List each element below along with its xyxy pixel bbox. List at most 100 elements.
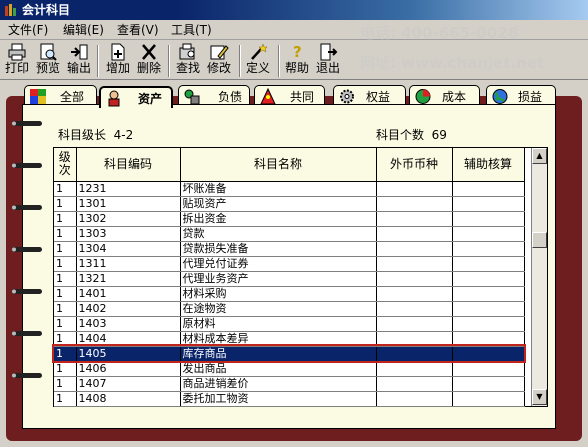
cell-currency[interactable] <box>376 256 453 272</box>
cell-name[interactable]: 库存商品 <box>180 346 377 362</box>
col-header-auxiliary[interactable]: 辅助核算 <box>452 148 525 182</box>
scroll-down-button[interactable]: ▼ <box>532 389 547 405</box>
cell-level[interactable]: 1 <box>54 181 77 197</box>
cell-code[interactable]: 1406 <box>76 361 181 377</box>
cell-auxiliary[interactable] <box>452 241 525 257</box>
cell-code[interactable]: 1404 <box>76 331 181 347</box>
cell-currency[interactable] <box>376 286 453 302</box>
cell-currency[interactable] <box>376 331 453 347</box>
cell-code[interactable]: 1311 <box>76 256 181 272</box>
cell-auxiliary[interactable] <box>452 316 525 332</box>
table-row[interactable]: 1 1402 在途物资 <box>54 301 525 317</box>
cell-auxiliary[interactable] <box>452 286 525 302</box>
edit-button[interactable]: 修改 <box>205 43 233 79</box>
cell-code[interactable]: 1303 <box>76 226 181 242</box>
cell-name[interactable]: 代理业务资产 <box>180 271 377 287</box>
table-row[interactable]: 1 1401 材料采购 <box>54 286 525 302</box>
table-row[interactable]: 1 1311 代理兑付证券 <box>54 256 525 272</box>
col-header-code[interactable]: 科目编码 <box>76 148 181 182</box>
help-button[interactable]: ? 帮助 <box>283 43 311 79</box>
table-row[interactable]: 1 1302 拆出资金 <box>54 211 525 227</box>
cell-level[interactable]: 1 <box>54 226 77 242</box>
cell-level[interactable]: 1 <box>54 271 77 287</box>
cell-auxiliary[interactable] <box>452 331 525 347</box>
cell-currency[interactable] <box>376 376 453 392</box>
cell-level[interactable]: 1 <box>54 391 77 407</box>
cell-auxiliary[interactable] <box>452 376 525 392</box>
cell-level[interactable]: 1 <box>54 301 77 317</box>
table-row[interactable]: 1 1303 贷款 <box>54 226 525 242</box>
cell-currency[interactable] <box>376 241 453 257</box>
cell-name[interactable]: 坏账准备 <box>180 181 377 197</box>
cell-level[interactable]: 1 <box>54 256 77 272</box>
cell-code[interactable]: 1231 <box>76 181 181 197</box>
menu-view[interactable]: 查看(V) <box>115 22 161 38</box>
col-header-currency[interactable]: 外币币种 <box>376 148 453 182</box>
cell-auxiliary[interactable] <box>452 301 525 317</box>
cell-name[interactable]: 贴现资产 <box>180 196 377 212</box>
cell-code[interactable]: 1405 <box>76 346 181 362</box>
cell-name[interactable]: 材料采购 <box>180 286 377 302</box>
table-row[interactable]: 1 1405 库存商品 <box>52 344 526 363</box>
cell-name[interactable]: 拆出资金 <box>180 211 377 227</box>
cell-auxiliary[interactable] <box>452 211 525 227</box>
exit-button[interactable]: 退出 <box>314 43 342 79</box>
tab-assets[interactable]: 资产 <box>99 86 173 108</box>
title-bar[interactable]: 会计科目 <box>0 0 588 20</box>
cell-level[interactable]: 1 <box>54 346 77 362</box>
cell-name[interactable]: 贷款损失准备 <box>180 241 377 257</box>
cell-currency[interactable] <box>376 226 453 242</box>
menu-edit[interactable]: 编辑(E) <box>61 22 106 38</box>
add-button[interactable]: 增加 <box>104 43 132 79</box>
menu-tools[interactable]: 工具(T) <box>169 22 214 38</box>
cell-auxiliary[interactable] <box>452 391 525 407</box>
cell-currency[interactable] <box>376 181 453 197</box>
scroll-thumb[interactable] <box>532 232 547 248</box>
cell-level[interactable]: 1 <box>54 361 77 377</box>
cell-code[interactable]: 1401 <box>76 286 181 302</box>
cell-code[interactable]: 1403 <box>76 316 181 332</box>
col-header-name[interactable]: 科目名称 <box>180 148 377 182</box>
table-row[interactable]: 1 1321 代理业务资产 <box>54 271 525 287</box>
cell-name[interactable]: 代理兑付证券 <box>180 256 377 272</box>
cell-currency[interactable] <box>376 346 453 362</box>
cell-currency[interactable] <box>376 316 453 332</box>
table-row[interactable]: 1 1304 贷款损失准备 <box>54 241 525 257</box>
cell-name[interactable]: 委托加工物资 <box>180 391 377 407</box>
cell-auxiliary[interactable] <box>452 226 525 242</box>
table-row[interactable]: 1 1406 发出商品 <box>54 361 525 377</box>
table-row[interactable]: 1 1407 商品进销差价 <box>54 376 525 392</box>
cell-auxiliary[interactable] <box>452 361 525 377</box>
cell-level[interactable]: 1 <box>54 331 77 347</box>
cell-auxiliary[interactable] <box>452 181 525 197</box>
cell-code[interactable]: 1301 <box>76 196 181 212</box>
cell-auxiliary[interactable] <box>452 346 525 362</box>
table-row[interactable]: 1 1404 材料成本差异 <box>54 331 525 347</box>
table-row[interactable]: 1 1403 原材料 <box>54 316 525 332</box>
vertical-scrollbar[interactable]: ▲ ▼ <box>531 148 547 406</box>
cell-level[interactable]: 1 <box>54 376 77 392</box>
cell-code[interactable]: 1321 <box>76 271 181 287</box>
cell-code[interactable]: 1304 <box>76 241 181 257</box>
cell-code[interactable]: 1402 <box>76 301 181 317</box>
cell-name[interactable]: 原材料 <box>180 316 377 332</box>
define-button[interactable]: 定义 <box>244 43 272 79</box>
cell-level[interactable]: 1 <box>54 196 77 212</box>
cell-level[interactable]: 1 <box>54 211 77 227</box>
cell-name[interactable]: 发出商品 <box>180 361 377 377</box>
delete-button[interactable]: 删除 <box>135 43 163 79</box>
cell-level[interactable]: 1 <box>54 316 77 332</box>
cell-level[interactable]: 1 <box>54 241 77 257</box>
cell-auxiliary[interactable] <box>452 271 525 287</box>
cell-currency[interactable] <box>376 391 453 407</box>
cell-currency[interactable] <box>376 211 453 227</box>
cell-code[interactable]: 1408 <box>76 391 181 407</box>
cell-level[interactable]: 1 <box>54 286 77 302</box>
cell-name[interactable]: 贷款 <box>180 226 377 242</box>
export-button[interactable]: 输出 <box>65 43 93 79</box>
cell-code[interactable]: 1407 <box>76 376 181 392</box>
cell-currency[interactable] <box>376 196 453 212</box>
cell-name[interactable]: 商品进销差价 <box>180 376 377 392</box>
find-button[interactable]: 查找 <box>174 43 202 79</box>
cell-currency[interactable] <box>376 271 453 287</box>
